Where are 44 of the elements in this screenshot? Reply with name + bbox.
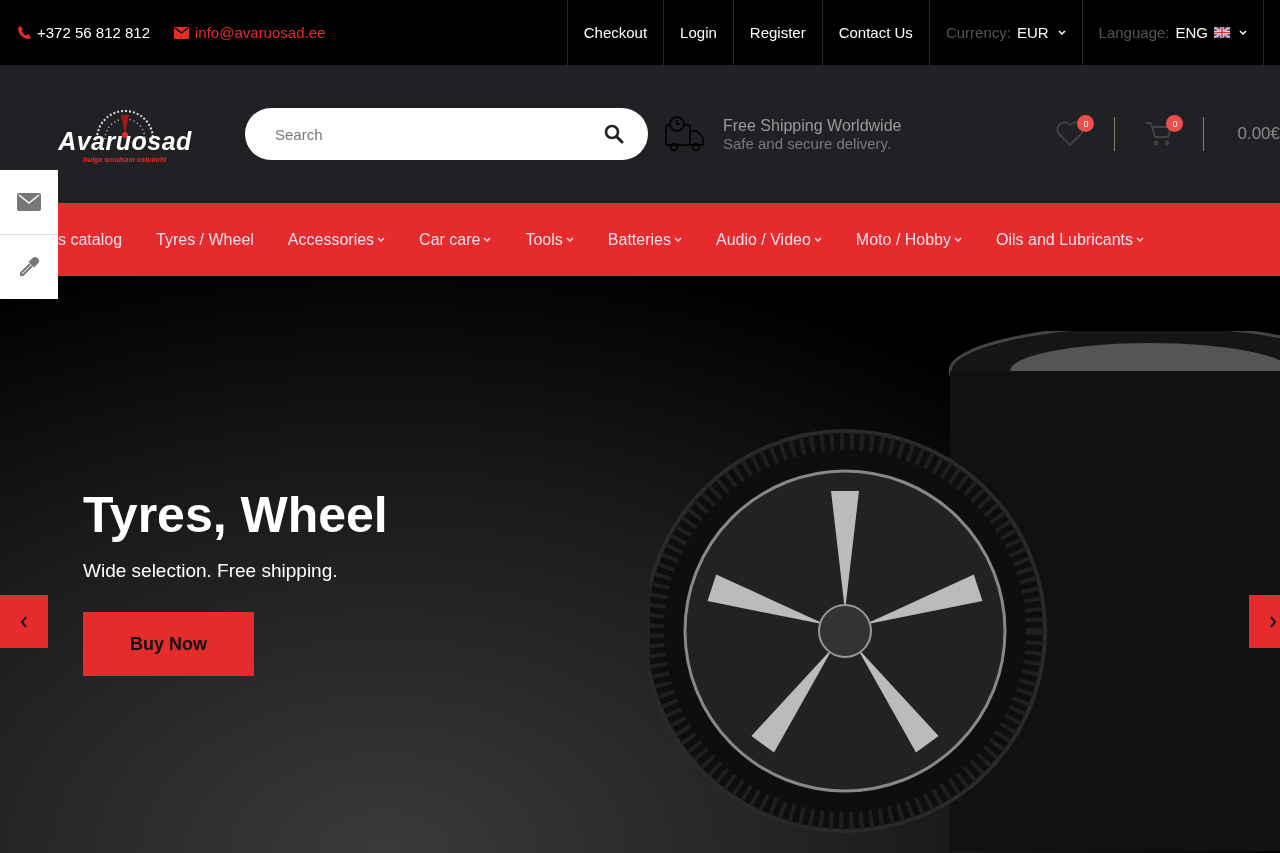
logo-name[interactable]: Avaruosad (58, 127, 192, 156)
envelope-icon[interactable] (17, 193, 41, 211)
chevron-down-icon (1239, 29, 1247, 36)
chevron-down-icon (565, 236, 574, 243)
nav-link[interactable]: Oils and Lubricants (996, 230, 1144, 249)
chevron-right-icon (1269, 615, 1277, 628)
delivery-truck-icon (665, 115, 705, 153)
nav-link[interactable]: Audio / Video (715, 230, 822, 249)
chevron-down-icon (954, 236, 962, 243)
nav-link[interactable]: Car care (419, 230, 492, 249)
wishlist-count: 0 (1077, 115, 1095, 132)
search-field[interactable]: Search (245, 108, 648, 160)
language-selector[interactable]: ENG (1175, 24, 1208, 41)
language-label: Language: (1098, 24, 1170, 41)
chevron-down-icon (1057, 29, 1066, 36)
email-link[interactable]: info@avaruosad.ee (195, 24, 326, 41)
nav-link[interactable]: Batteries (607, 230, 682, 249)
buy-now-button[interactable]: Buy Now (83, 612, 254, 676)
cart-total: 0.00€ (1237, 124, 1280, 144)
heart-icon[interactable] (1056, 121, 1085, 147)
chevron-left-icon (20, 615, 28, 628)
hero-subtitle: Wide selection. Free shipping. (83, 560, 339, 582)
nav-link[interactable]: s catalog (58, 230, 123, 249)
nav-link[interactable]: Accessories (287, 230, 386, 249)
chevron-down-icon (1136, 236, 1144, 243)
cart-count: 0 (1166, 115, 1184, 132)
chevron-down-icon (483, 236, 492, 243)
nav-link[interactable]: Moto / Hobby (855, 230, 962, 249)
flag-icon (1214, 27, 1230, 38)
nav-link[interactable]: Tools (525, 230, 574, 249)
search-icon[interactable] (604, 124, 624, 144)
eyedropper-icon[interactable] (18, 256, 40, 278)
hero-title: Tyres, Wheel (83, 486, 388, 544)
chevron-down-icon (673, 236, 682, 243)
shipping-title: Free Shipping Worldwide (723, 116, 902, 135)
chevron-down-icon (813, 236, 822, 243)
phone-number: +372 56 812 812 (37, 24, 151, 41)
nav-link[interactable]: Tyres / Wheel (156, 230, 254, 249)
phone-icon (18, 26, 31, 39)
currency-selector[interactable]: EUR (1016, 24, 1049, 41)
shipping-subtitle: Safe and secure delivery. (723, 134, 893, 152)
chevron-down-icon (377, 236, 386, 243)
currency-label: Currency: (945, 24, 1011, 41)
envelope-icon (174, 26, 190, 39)
